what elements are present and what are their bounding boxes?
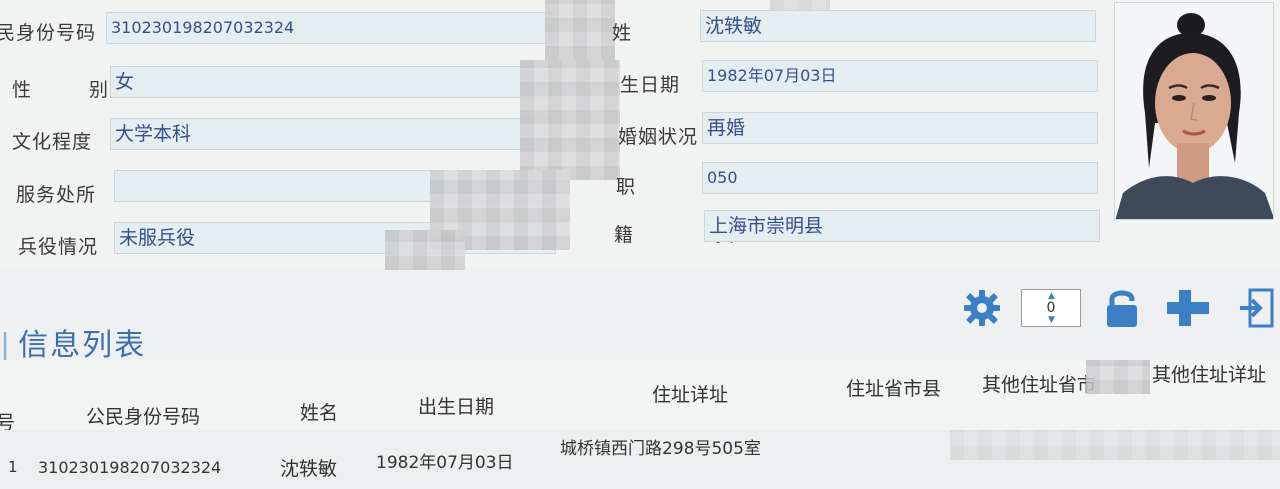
marital-status-field[interactable]: 再婚 <box>702 112 1098 144</box>
column-header-other-province[interactable]: 其他住址省市 <box>982 370 1096 397</box>
gender-field[interactable]: 女 <box>110 66 552 98</box>
column-header-id[interactable]: 公民身份号码 <box>86 402 200 429</box>
id-number-label: 民身份号码 <box>0 22 97 44</box>
education-field[interactable]: 大学本科 <box>110 118 552 150</box>
column-header-name[interactable]: 姓名 <box>300 398 338 425</box>
portrait-image <box>1115 3 1273 219</box>
mosaic-blur <box>385 230 465 270</box>
service-place-label: 服务处所 <box>16 184 97 206</box>
row-birth-date: 1982年07月03日 <box>376 453 514 473</box>
birth-date-label: 生日期 <box>620 74 681 96</box>
mosaic-blur <box>545 0 615 60</box>
settings-button[interactable] <box>960 283 1004 333</box>
stepper-down-icon[interactable]: ▼ <box>1048 302 1055 338</box>
table-header: 号 公民身份号码 姓名 出生日期 住址详址 住址省市县 其他住址省市 其他住址详… <box>0 360 1280 434</box>
info-list-title-text: 信息列表 <box>18 328 147 363</box>
military-label: 兵役情况 <box>18 236 99 258</box>
lock-button[interactable] <box>1102 283 1142 333</box>
mosaic-blur <box>1086 360 1150 394</box>
mosaic-blur <box>520 60 620 180</box>
add-user-icon <box>1167 290 1209 326</box>
info-list-title: | 信息列表 <box>0 320 146 364</box>
column-header-province[interactable]: 住址省市县 <box>846 374 941 401</box>
list-icon: | <box>0 328 13 363</box>
export-icon <box>1240 288 1274 328</box>
row-name: 沈轶敏 <box>280 458 338 480</box>
export-button[interactable] <box>1236 283 1276 333</box>
column-header-address[interactable]: 住址详址 <box>652 380 728 407</box>
add-button[interactable] <box>1160 283 1212 333</box>
native-place-field[interactable]: 上海市崇明县 <box>704 210 1100 242</box>
person-photo <box>1114 2 1274 220</box>
lock-icon <box>1107 290 1137 327</box>
birth-date-field[interactable]: 1982年07月03日 <box>702 60 1098 92</box>
row-id-number: 310230198207032324 <box>38 458 222 477</box>
table-row[interactable]: 1 310230198207032324 沈轶敏 1982年07月03日 城桥镇… <box>0 430 1280 489</box>
person-detail-form: 民身份号码 310230198207032324 性 别 女 文化程度 大学本科… <box>0 0 1280 270</box>
occupation-field[interactable]: 050 <box>702 162 1098 194</box>
row-index: 1 <box>8 458 18 476</box>
id-number-field[interactable]: 310230198207032324 <box>106 12 552 44</box>
row-address: 城桥镇西门路298号505室 <box>560 439 761 459</box>
mosaic-blur <box>950 430 1280 460</box>
column-header-other-address[interactable]: 其他住址详址 <box>1152 360 1266 387</box>
counter-stepper[interactable]: 0 ▲ ▼ <box>1020 283 1082 333</box>
column-header-birth[interactable]: 出生日期 <box>418 392 494 419</box>
education-label: 文化程度 <box>12 131 93 153</box>
marital-status-label: 婚姻状况 <box>618 126 699 148</box>
name-field[interactable]: 沈轶敏 <box>700 10 1096 42</box>
gear-icon <box>964 290 1000 326</box>
